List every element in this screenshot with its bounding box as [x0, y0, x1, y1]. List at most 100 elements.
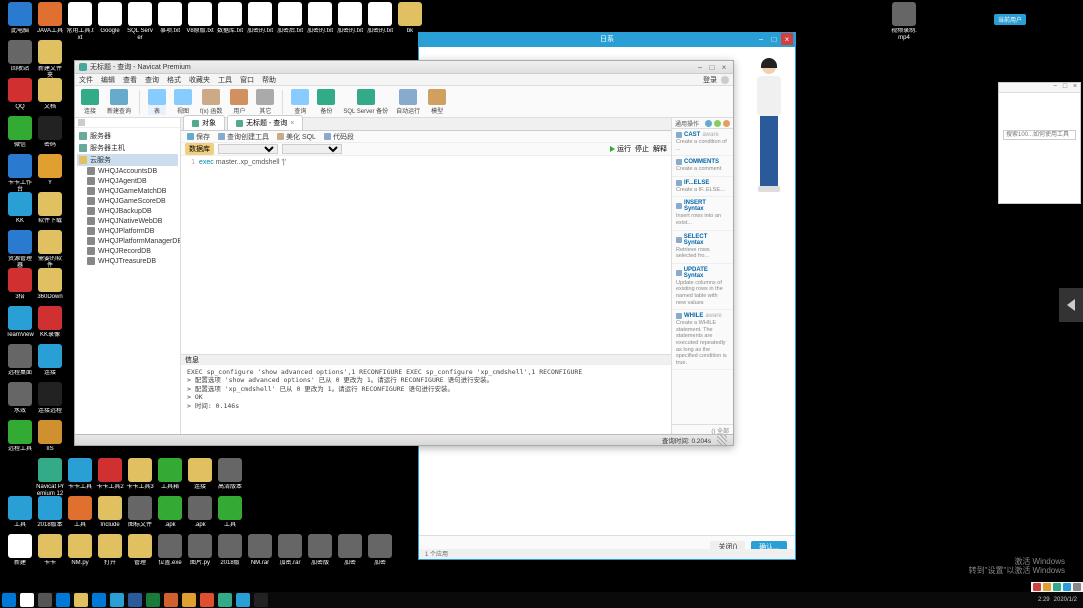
resize-grip-icon[interactable] [717, 435, 727, 445]
menu-查询[interactable]: 查询 [145, 77, 159, 84]
desktop-icon[interactable]: SQL Server [126, 2, 154, 41]
close-tab-icon[interactable]: × [290, 120, 294, 127]
desktop-icon[interactable]: NM.rar [246, 534, 274, 567]
tree-server[interactable]: 服务器 [77, 130, 178, 142]
toolbar-查询[interactable]: 查询 [291, 89, 309, 115]
close-icon[interactable]: × [719, 63, 729, 72]
desktop-icon-video[interactable]: 视频录制.mp4 [890, 2, 918, 41]
subtool-代码段[interactable]: 代码段 [324, 132, 354, 142]
toolbar-连接[interactable]: 连接 [81, 89, 99, 115]
desktop-icon[interactable]: 2018版 [216, 534, 244, 567]
maximize-icon[interactable]: □ [707, 63, 717, 72]
toolbar-自动运行[interactable]: 自动运行 [396, 89, 420, 115]
snippet-foot[interactable]: () 全部 [672, 424, 733, 434]
desktop-icon[interactable]: V8原版.txt [186, 2, 214, 35]
tab-对象[interactable]: 对象 [183, 115, 225, 130]
taskbar-mail[interactable] [110, 593, 124, 607]
desktop-icon[interactable]: 360Down [36, 268, 64, 301]
taskbar-search[interactable] [20, 593, 34, 607]
minimize-icon[interactable]: − [755, 33, 767, 45]
desktop-icon[interactable]: 管理 [126, 534, 154, 567]
tree-db[interactable]: WHQJBackupDB [77, 206, 178, 216]
desktop-icon[interactable]: 3倍 [6, 268, 34, 301]
desktop-icon[interactable]: 远程工具 [6, 420, 34, 453]
taskbar-term[interactable] [254, 593, 268, 607]
desktop-icon[interactable]: 远程桌面 [6, 344, 34, 377]
desktop-icon[interactable]: 图标文件 [126, 496, 154, 529]
desktop-icon[interactable]: 图片.py [186, 534, 214, 567]
tree-db[interactable]: WHQJRecordDB [77, 246, 178, 256]
output-tab[interactable]: 信息 [181, 354, 671, 364]
desktop-icon[interactable]: .apk [186, 496, 214, 529]
desktop-icon[interactable]: 2018版本 [36, 496, 64, 529]
taskbar-firefox[interactable] [200, 593, 214, 607]
desktop-icon[interactable]: 卡卡工具2 [96, 458, 124, 491]
desktop-icon[interactable]: bk [396, 2, 424, 35]
toolbar-视图[interactable]: 视图 [174, 89, 192, 115]
taskbar-task[interactable] [38, 593, 52, 607]
toolbar-模型[interactable]: 模型 [428, 89, 446, 115]
menu-查看[interactable]: 查看 [123, 77, 137, 84]
close-icon[interactable]: × [1070, 83, 1080, 90]
user-icon[interactable] [721, 76, 729, 84]
desktop-icon[interactable]: 需要的软件 [36, 230, 64, 269]
close-icon[interactable]: × [781, 33, 793, 45]
menu-收藏夹[interactable]: 收藏夹 [189, 77, 210, 84]
tree-server-host[interactable]: 服务器主机 [77, 142, 178, 154]
desktop-icon[interactable]: 微信 [6, 116, 34, 149]
desktop-icon[interactable]: 卡卡工具3 [126, 458, 154, 491]
menu-工具[interactable]: 工具 [218, 77, 232, 84]
desktop-icon[interactable]: 加密的.txt [246, 2, 274, 35]
desktop-icon[interactable]: 卡卡工具 [66, 458, 94, 491]
navicat-titlebar[interactable]: 无标题 - 查询 - Navicat Premium − □ × [75, 61, 733, 74]
menu-编辑[interactable]: 编辑 [101, 77, 115, 84]
desktop-icon[interactable]: 常用工具.txt [66, 2, 94, 41]
desktop-icon[interactable]: Navicat Premium 12 [36, 458, 64, 497]
tree-db[interactable]: WHQJNativeWebDB [77, 216, 178, 226]
desktop-icon[interactable]: 加密 [336, 534, 364, 567]
run-button[interactable]: 运行 [610, 144, 631, 154]
desktop-icon[interactable]: Google [96, 2, 124, 35]
desktop-icon[interactable]: 卡卡工作台 [6, 154, 34, 193]
desktop-icon[interactable]: 资源管理器 [6, 230, 34, 269]
toolbar-表[interactable]: 表 [148, 89, 166, 115]
taskbar-win[interactable] [2, 593, 16, 607]
desktop-icon[interactable]: 连接 [36, 344, 64, 377]
maximize-icon[interactable]: □ [768, 33, 780, 45]
taskbar-folder[interactable] [74, 593, 88, 607]
desktop-icon[interactable]: 位置.exe [156, 534, 184, 567]
desktop-icon[interactable]: TeamView [6, 306, 34, 339]
toolbar-用户[interactable]: 用户 [230, 89, 248, 115]
tab-无标题 - 查询[interactable]: 无标题 - 查询× [227, 115, 303, 130]
snippet-item[interactable]: CAST awareCreate a condition of ... [672, 129, 733, 156]
desktop-icon[interactable]: 新建 [6, 534, 34, 567]
menu-格式[interactable]: 格式 [167, 77, 181, 84]
tree-cloud[interactable]: 云服务 [77, 154, 178, 166]
stop-button[interactable]: 停止 [635, 144, 649, 154]
desktop-icon[interactable]: 水效 [6, 382, 34, 415]
subtool-美化 SQL[interactable]: 美化 SQL [277, 132, 316, 142]
taskbar-ppt[interactable] [164, 593, 178, 607]
minimize-icon[interactable]: − [1050, 83, 1060, 90]
desktop-icon[interactable]: 加密.rar [276, 534, 304, 567]
system-tray[interactable]: 2:29 2020/1/2 [1038, 597, 1083, 603]
refresh-icon[interactable] [714, 120, 721, 127]
desktop-icon[interactable]: NM.py [66, 534, 94, 567]
db-select[interactable] [218, 144, 278, 154]
taskbar-chrome[interactable] [182, 593, 196, 607]
desktop-icon[interactable]: 连接 [186, 458, 214, 491]
snippet-item[interactable]: SELECT Syntax Retrieve rows selected fro… [672, 231, 733, 264]
desktop-icon[interactable]: KK [6, 192, 34, 225]
desktop-icon[interactable]: 密码 [36, 116, 64, 149]
desktop-icon[interactable]: 工具箱 [156, 458, 184, 491]
taskbar-excel[interactable] [146, 593, 160, 607]
desktop-icon[interactable]: KK录像 [36, 306, 64, 339]
user-badge[interactable]: 当前用户 [994, 14, 1026, 25]
desktop-icon[interactable]: 此电脑 [6, 2, 34, 35]
desktop-icon[interactable]: 软件下载 [36, 192, 64, 225]
menu-窗口[interactable]: 窗口 [240, 77, 254, 84]
desktop-icon[interactable]: IIS [36, 420, 64, 453]
tree-db[interactable]: WHQJAgentDB [77, 176, 178, 186]
desktop-icon[interactable]: 加密后.txt [276, 2, 304, 35]
snippet-item[interactable]: WHILE awareCreate a WHILE statement. The… [672, 310, 733, 370]
